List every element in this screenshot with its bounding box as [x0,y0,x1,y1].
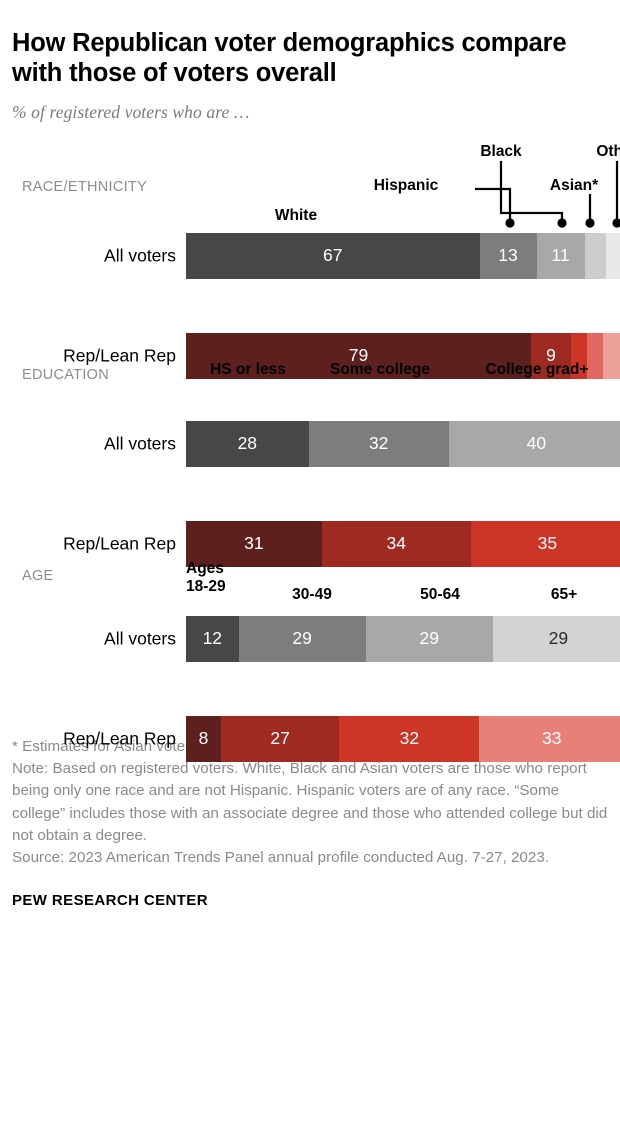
callout-hispanic: Hispanic [373,176,439,194]
callout-black: Black [480,142,522,160]
page-subtitle: % of registered voters who are … [12,101,250,122]
table-row: All voters 28 32 40 [12,420,620,467]
bar-segment-ages-65-plus: 33 [479,715,620,762]
bar-segment-ages-30-49: 27 [221,715,340,762]
bar-age-rep-lean-rep: 8 27 32 33 [186,715,620,762]
bar-segment-white: 67 [186,232,480,279]
callout-other: Other [596,142,620,160]
section-age: AGE Ages 18-29 30-49 50-64 65+ All voter… [12,554,620,762]
callout-ages-30-49: 30-49 [292,585,332,603]
callout-college-grad: College grad+ [485,360,589,378]
bar-segment-ages-18-29: 8 [186,715,221,762]
infographic-page: How Republican voter demographics compar… [0,0,620,1136]
section-label-education: EDUCATION [22,366,110,383]
callout-ages-18-29: Ages 18-29 [186,559,226,595]
row-label-all-voters: All voters [104,245,176,266]
bar-segment-hispanic: 13 [479,232,537,279]
callout-some-college: Some college [330,360,430,378]
bar-segment-college-grad: 40 [448,420,620,467]
footnote-source: Source: 2023 American Trends Panel annua… [12,849,549,867]
callout-white: White [274,206,318,224]
bar-segment-asian [584,232,606,279]
row-label-all-voters: All voters [104,628,176,649]
section-label-race: RACE/ETHNICITY [22,178,148,195]
bar-segment-ages-65-plus: 29 [492,615,620,662]
bar-race-all-voters: 67 13 11 [186,232,620,279]
section-race-ethnicity: RACE/ETHNICITY Black Other Hispanic Asia… [12,141,620,379]
page-title: How Republican voter demographics compar… [12,29,567,88]
bar-segment-ages-50-64: 29 [365,615,493,662]
bar-segment-other [606,232,620,279]
section-education: EDUCATION HS or less Some college Colleg… [12,353,620,567]
bar-education-all-voters: 28 32 40 [186,420,620,467]
bar-segment-ages-50-64: 32 [339,715,480,762]
callout-asian: Asian* [549,176,599,194]
bar-segment-hs-or-less: 28 [186,420,309,467]
pew-research-center-brand: PEW RESEARCH CENTER [12,891,208,909]
row-label-rep-lean-rep: Rep/Lean Rep [63,728,176,749]
row-label-rep-lean-rep: Rep/Lean Rep [63,533,176,554]
bar-segment-black: 11 [536,232,585,279]
bar-segment-some-college: 32 [308,420,449,467]
footnote-note: Note: Based on registered voters. White,… [12,760,608,845]
bar-segment-ages-30-49: 29 [238,615,366,662]
callout-hs-or-less: HS or less [210,360,286,378]
table-row: Rep/Lean Rep 8 27 32 33 [12,715,620,762]
row-label-all-voters: All voters [104,433,176,454]
bar-segment-ages-18-29: 12 [186,615,239,662]
callout-ages-50-64: 50-64 [420,585,460,603]
bar-age-all-voters: 12 29 29 29 [186,615,620,662]
callout-ages-65-plus: 65+ [550,585,578,603]
table-row: All voters 67 13 11 [12,232,620,279]
table-row: All voters 12 29 29 29 [12,615,620,662]
section-label-age: AGE [22,567,54,584]
